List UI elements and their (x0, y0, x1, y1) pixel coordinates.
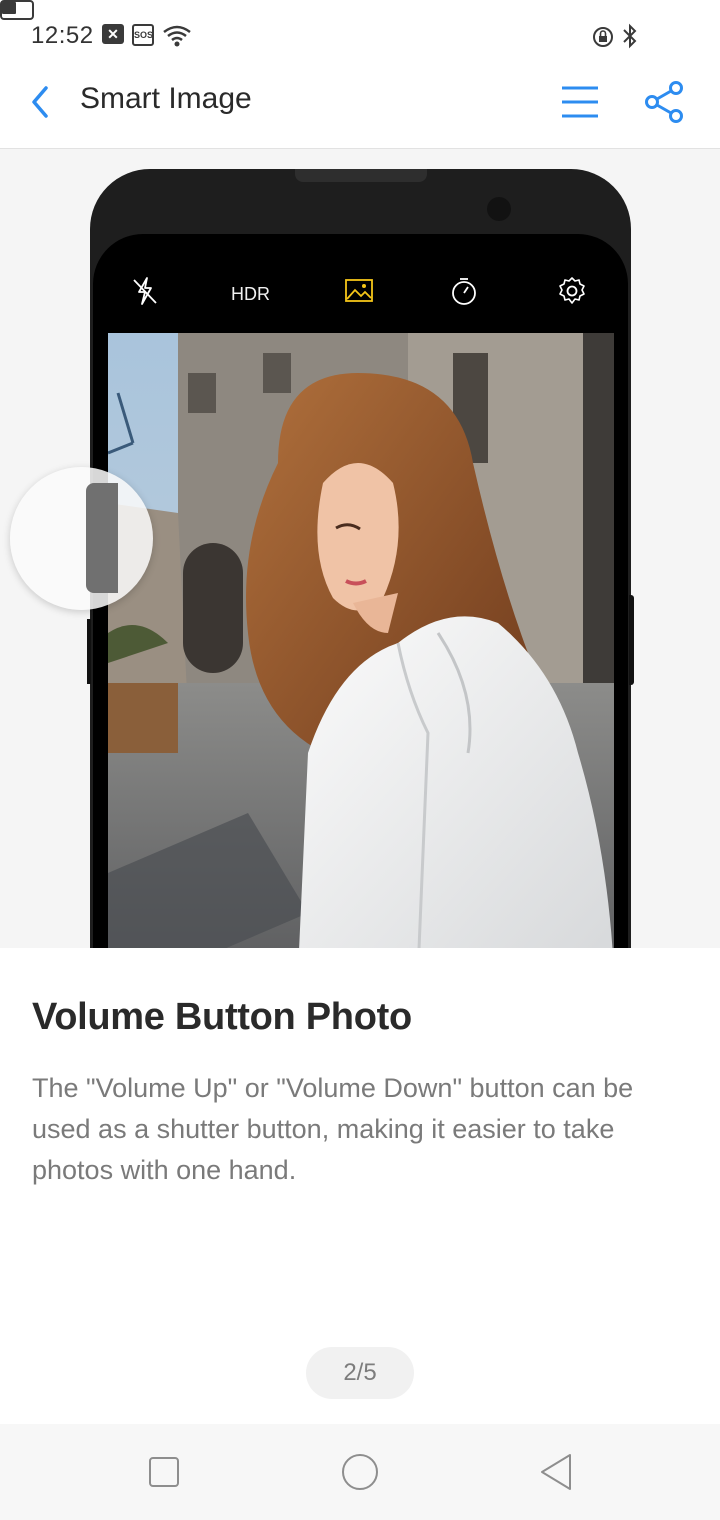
battery-icon (0, 0, 34, 20)
phone-power-key (629, 595, 634, 685)
wifi-icon (163, 25, 191, 47)
back-button[interactable] (22, 82, 62, 122)
battery-level (2, 2, 16, 14)
feature-title: Volume Button Photo (32, 996, 412, 1038)
home-circle-icon[interactable] (340, 1452, 380, 1492)
front-camera-icon (487, 197, 511, 221)
sos-icon: SOS (132, 24, 154, 46)
hdr-icon: HDR (231, 284, 270, 304)
volume-key-highlight (86, 483, 118, 593)
status-bar: 12:52 ✕ SOS (0, 0, 720, 72)
phone-screen: HDR (93, 234, 628, 948)
app-bar: Smart Image (0, 72, 720, 149)
settings-icon (559, 277, 585, 304)
recents-square-icon[interactable] (144, 1452, 184, 1492)
timer-icon (452, 278, 476, 305)
phone-speaker (295, 169, 427, 182)
feature-description: The "Volume Up" or "Volume Down" button … (32, 1073, 634, 1185)
gallery-icon (345, 279, 373, 302)
close-box-icon: ✕ (102, 24, 124, 44)
feature-illustration: HDR (0, 149, 720, 948)
share-button[interactable] (642, 80, 686, 124)
bluetooth-icon (623, 23, 637, 49)
camera-viewfinder-photo (108, 333, 614, 948)
phone-mockup: HDR (90, 169, 631, 948)
page-title: Smart Image (80, 82, 252, 115)
camera-toolbar: HDR (93, 264, 628, 324)
status-time: 12:52 (31, 22, 94, 49)
page-indicator: 2/5 (306, 1347, 414, 1399)
volume-button-magnifier (10, 467, 153, 610)
system-nav-bar (0, 1424, 720, 1520)
flash-off-icon (133, 277, 157, 305)
phone-volume-key (87, 619, 91, 684)
rotation-lock-icon (593, 27, 613, 47)
back-triangle-icon[interactable] (536, 1452, 576, 1492)
menu-button[interactable] (560, 82, 600, 122)
